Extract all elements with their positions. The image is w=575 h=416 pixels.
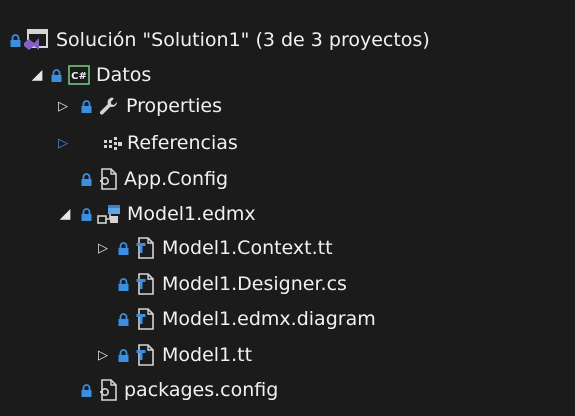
lock-icon: [80, 196, 92, 232]
config-file-icon: [96, 372, 120, 408]
config-file-icon: [96, 161, 120, 197]
tree-item-packages-config[interactable]: packages.config: [0, 372, 575, 408]
text-template-icon: [133, 301, 157, 337]
lock-icon: [80, 161, 92, 197]
solution-explorer-tree: Solución "Solution1" (3 de 3 proyectos) …: [0, 0, 575, 416]
lock-icon: [80, 88, 92, 124]
solution-label: Solución "Solution1" (3 de 3 proyectos): [56, 29, 430, 51]
text-template-icon: [133, 266, 157, 302]
references-icon: [101, 125, 125, 161]
tree-item-properties[interactable]: ▷ Properties: [0, 88, 575, 124]
text-template-icon: [133, 337, 157, 373]
lock-icon: [117, 301, 129, 337]
solution-node[interactable]: Solución "Solution1" (3 de 3 proyectos): [0, 22, 575, 58]
wrench-icon: [97, 88, 121, 124]
tree-item-model1-tt[interactable]: ▷ Model1.tt: [0, 337, 575, 373]
expand-arrow-icon[interactable]: ▷: [57, 125, 69, 161]
lock-icon: [117, 266, 129, 302]
properties-label: Properties: [126, 95, 223, 117]
tree-item-referencias[interactable]: ▷ Referencias: [0, 125, 575, 161]
model1-tt-label: Model1.tt: [162, 344, 253, 366]
lock-icon: [117, 337, 129, 373]
model1-context-tt-label: Model1.Context.tt: [162, 237, 333, 259]
text-template-icon: [133, 230, 157, 266]
edmx-model-icon: [96, 196, 122, 232]
tree-item-model1-designer-cs[interactable]: Model1.Designer.cs: [0, 266, 575, 302]
expand-arrow-icon[interactable]: ▷: [57, 88, 69, 124]
lock-icon: [117, 230, 129, 266]
visual-studio-solution-icon: [22, 22, 50, 58]
tree-item-model1-edmx-diagram[interactable]: Model1.edmx.diagram: [0, 301, 575, 337]
collapse-arrow-icon[interactable]: ◢: [58, 196, 72, 232]
model1-designer-cs-label: Model1.Designer.cs: [162, 273, 347, 295]
tree-item-app-config[interactable]: App.Config: [0, 161, 575, 197]
packages-config-label: packages.config: [124, 379, 279, 401]
app-config-label: App.Config: [124, 168, 229, 190]
lock-icon: [80, 372, 92, 408]
csharp-badge-text: C#: [71, 71, 87, 82]
expand-arrow-icon[interactable]: ▷: [97, 337, 109, 373]
tree-item-model1-context-tt[interactable]: ▷ Model1.Context.tt: [0, 230, 575, 266]
model1-edmx-label: Model1.edmx: [127, 203, 256, 225]
lock-icon: [9, 22, 21, 58]
tree-item-model1-edmx[interactable]: ◢ Model1.edmx: [0, 196, 575, 232]
expand-arrow-icon[interactable]: ▷: [97, 230, 109, 266]
model1-edmx-diagram-label: Model1.edmx.diagram: [162, 308, 376, 330]
referencias-label: Referencias: [127, 132, 238, 154]
